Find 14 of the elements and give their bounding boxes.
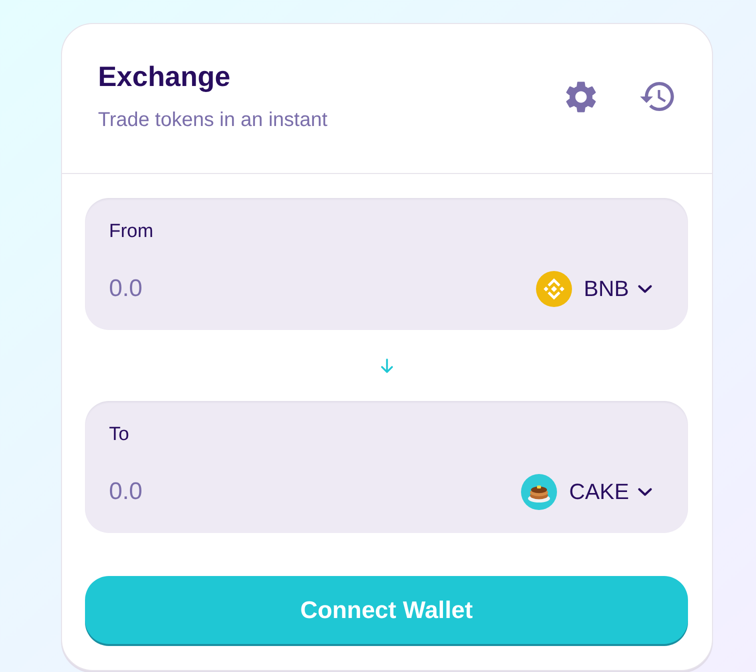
card-title: Exchange — [98, 61, 232, 93]
panel-label: From — [109, 222, 154, 242]
pancake-icon — [521, 474, 558, 510]
amount-input[interactable]: 0.0 — [109, 472, 506, 512]
caret-icon — [638, 488, 652, 496]
token-select-button[interactable]: BNB — [536, 271, 652, 307]
history-icon[interactable] — [640, 82, 674, 111]
settings-icon[interactable] — [566, 80, 596, 112]
amount-input[interactable]: 0.0 — [109, 269, 520, 309]
caret-icon — [638, 285, 652, 293]
card-subtitle: Trade tokens in an instant — [98, 108, 328, 132]
coin-icon — [536, 271, 572, 307]
panel-label: To — [109, 425, 130, 445]
token-select-button[interactable]: CAKE — [521, 474, 652, 510]
